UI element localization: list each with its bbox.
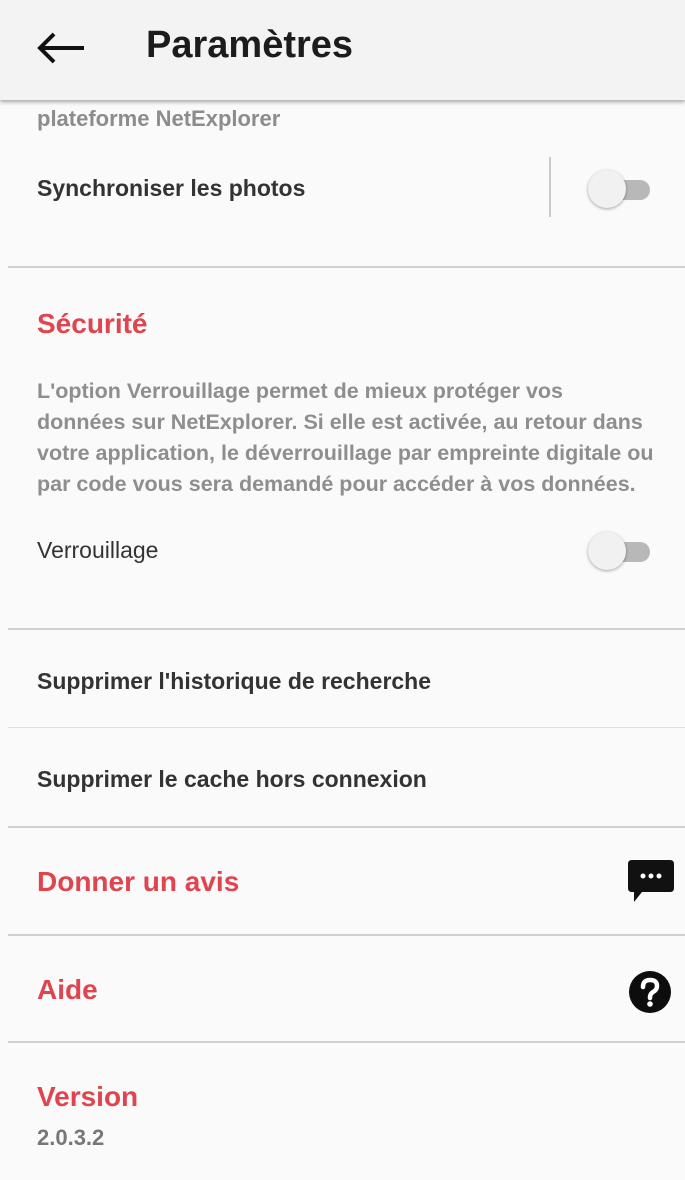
chat-bubble-icon[interactable] <box>628 860 674 909</box>
clear-history-row[interactable]: Supprimer l'historique de recherche <box>0 630 685 727</box>
page-title: Paramètres <box>146 24 354 66</box>
security-section-title: Sécurité <box>37 308 148 339</box>
help-label: Aide <box>37 974 98 1005</box>
version-title: Version <box>37 1081 139 1112</box>
lock-row[interactable]: Verrouillage <box>0 520 685 630</box>
divider <box>8 1041 685 1043</box>
feedback-row[interactable]: Donner un avis <box>0 828 685 934</box>
sync-description-partial: plateforme NetExplorer <box>37 106 281 131</box>
divider <box>8 266 685 268</box>
question-circle-icon[interactable] <box>628 970 672 1019</box>
version-value: 2.0.3.2 <box>37 1125 105 1150</box>
back-button[interactable] <box>36 28 86 68</box>
help-row[interactable]: Aide <box>0 936 685 1042</box>
sync-photos-label: Synchroniser les photos <box>37 175 306 201</box>
lock-toggle[interactable] <box>588 532 652 570</box>
clear-cache-label: Supprimer le cache hors connexion <box>37 766 427 792</box>
sync-photos-toggle[interactable] <box>588 170 652 208</box>
arrow-left-icon <box>37 32 84 64</box>
clear-history-label: Supprimer l'historique de recherche <box>37 668 432 694</box>
app-bar: Paramètres <box>0 0 685 100</box>
clear-cache-row[interactable]: Supprimer le cache hors connexion <box>0 728 685 825</box>
row-separator <box>549 157 551 217</box>
lock-label: Verrouillage <box>37 537 159 563</box>
sync-photos-row[interactable]: Synchroniser les photos <box>0 150 685 268</box>
security-description: L'option Verrouillage permet de mieux pr… <box>37 379 654 496</box>
feedback-label: Donner un avis <box>37 866 240 897</box>
